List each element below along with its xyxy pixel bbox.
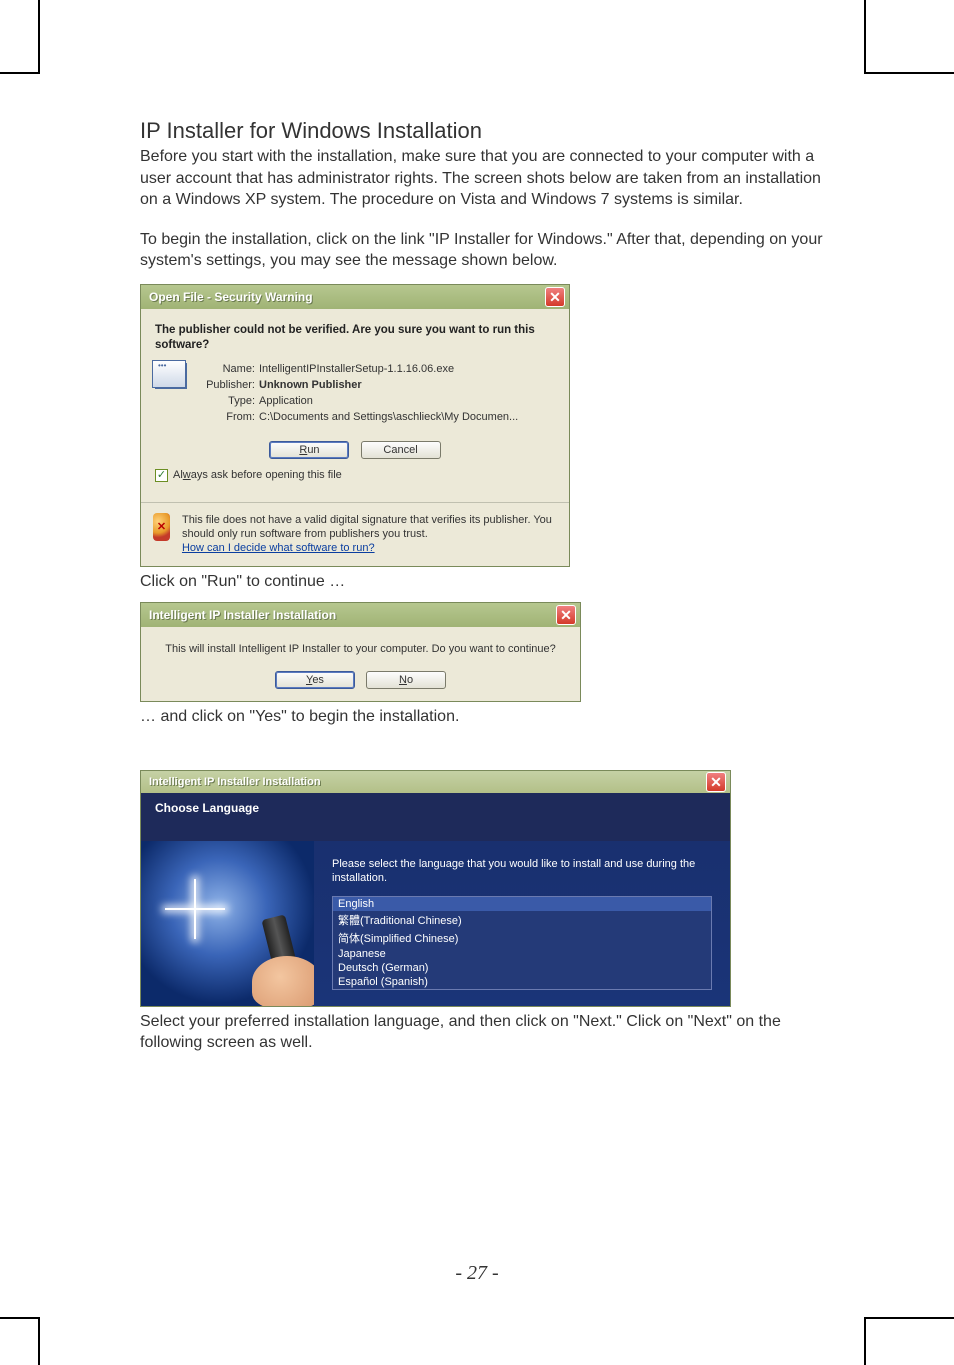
type-label: Type:: [197, 395, 259, 407]
yes-button[interactable]: Yes: [275, 671, 355, 689]
application-icon: [155, 363, 187, 389]
language-option[interactable]: English: [333, 897, 711, 911]
language-option[interactable]: 繁體(Traditional Chinese): [333, 911, 711, 929]
security-headline: The publisher could not be verified. Are…: [155, 323, 535, 353]
intro-paragraph-2: To begin the installation, click on the …: [140, 229, 830, 272]
always-ask-label: Always ask before opening this file: [173, 469, 342, 481]
language-instruction: Please select the language that you woul…: [332, 857, 712, 886]
publisher-value: Unknown Publisher: [259, 379, 518, 391]
dialog-subtitle: Choose Language: [141, 793, 730, 841]
dialog-titlebar: Intelligent IP Installer Installation ✕: [141, 771, 730, 793]
name-value: IntelligentIPInstallerSetup-1.1.16.06.ex…: [259, 363, 518, 375]
confirm-message: This will install Intelligent IP Install…: [153, 643, 568, 655]
language-option[interactable]: Japanese: [333, 947, 711, 961]
intro-paragraph-1: Before you start with the installation, …: [140, 146, 830, 211]
dialog-title: Intelligent IP Installer Installation: [149, 776, 321, 788]
caption-language: Select your preferred installation langu…: [140, 1011, 830, 1054]
security-footer-text: This file does not have a valid digital …: [182, 513, 557, 556]
section-heading: IP Installer for Windows Installation: [140, 118, 830, 144]
dialog-titlebar: Open File - Security Warning ✕: [141, 285, 569, 309]
language-option[interactable]: Deutsch (German): [333, 961, 711, 975]
caption-run: Click on "Run" to continue …: [140, 571, 830, 593]
name-label: Name:: [197, 363, 259, 375]
dialog-title: Open File - Security Warning: [149, 290, 313, 304]
run-button[interactable]: Run: [269, 441, 349, 459]
dialog-titlebar: Intelligent IP Installer Installation ✕: [141, 603, 580, 627]
close-icon[interactable]: ✕: [706, 772, 726, 792]
help-link[interactable]: How can I decide what software to run?: [182, 542, 375, 554]
page-number: - 27 -: [0, 1262, 954, 1285]
language-option[interactable]: 简体(Simplified Chinese): [333, 929, 711, 947]
install-confirm-dialog: Intelligent IP Installer Installation ✕ …: [140, 602, 581, 702]
security-warning-dialog: Open File - Security Warning ✕ The publi…: [140, 284, 570, 567]
publisher-label: Publisher:: [197, 379, 259, 391]
shield-icon: ✕: [153, 513, 170, 541]
wizard-artwork: [141, 841, 314, 1006]
language-option[interactable]: Español (Spanish): [333, 975, 711, 989]
caption-yes: … and click on "Yes" to begin the instal…: [140, 706, 830, 728]
choose-language-dialog: Intelligent IP Installer Installation ✕ …: [140, 770, 731, 1007]
no-button[interactable]: No: [366, 671, 446, 689]
dialog-title: Intelligent IP Installer Installation: [149, 608, 336, 622]
from-label: From:: [197, 411, 259, 423]
cancel-button[interactable]: Cancel: [361, 441, 441, 459]
close-icon[interactable]: ✕: [545, 287, 565, 307]
close-icon[interactable]: ✕: [556, 605, 576, 625]
language-listbox[interactable]: English 繁體(Traditional Chinese) 简体(Simpl…: [332, 896, 712, 990]
always-ask-checkbox[interactable]: ✓: [155, 469, 168, 482]
from-value: C:\Documents and Settings\aschlieck\My D…: [259, 411, 518, 423]
type-value: Application: [259, 395, 518, 407]
